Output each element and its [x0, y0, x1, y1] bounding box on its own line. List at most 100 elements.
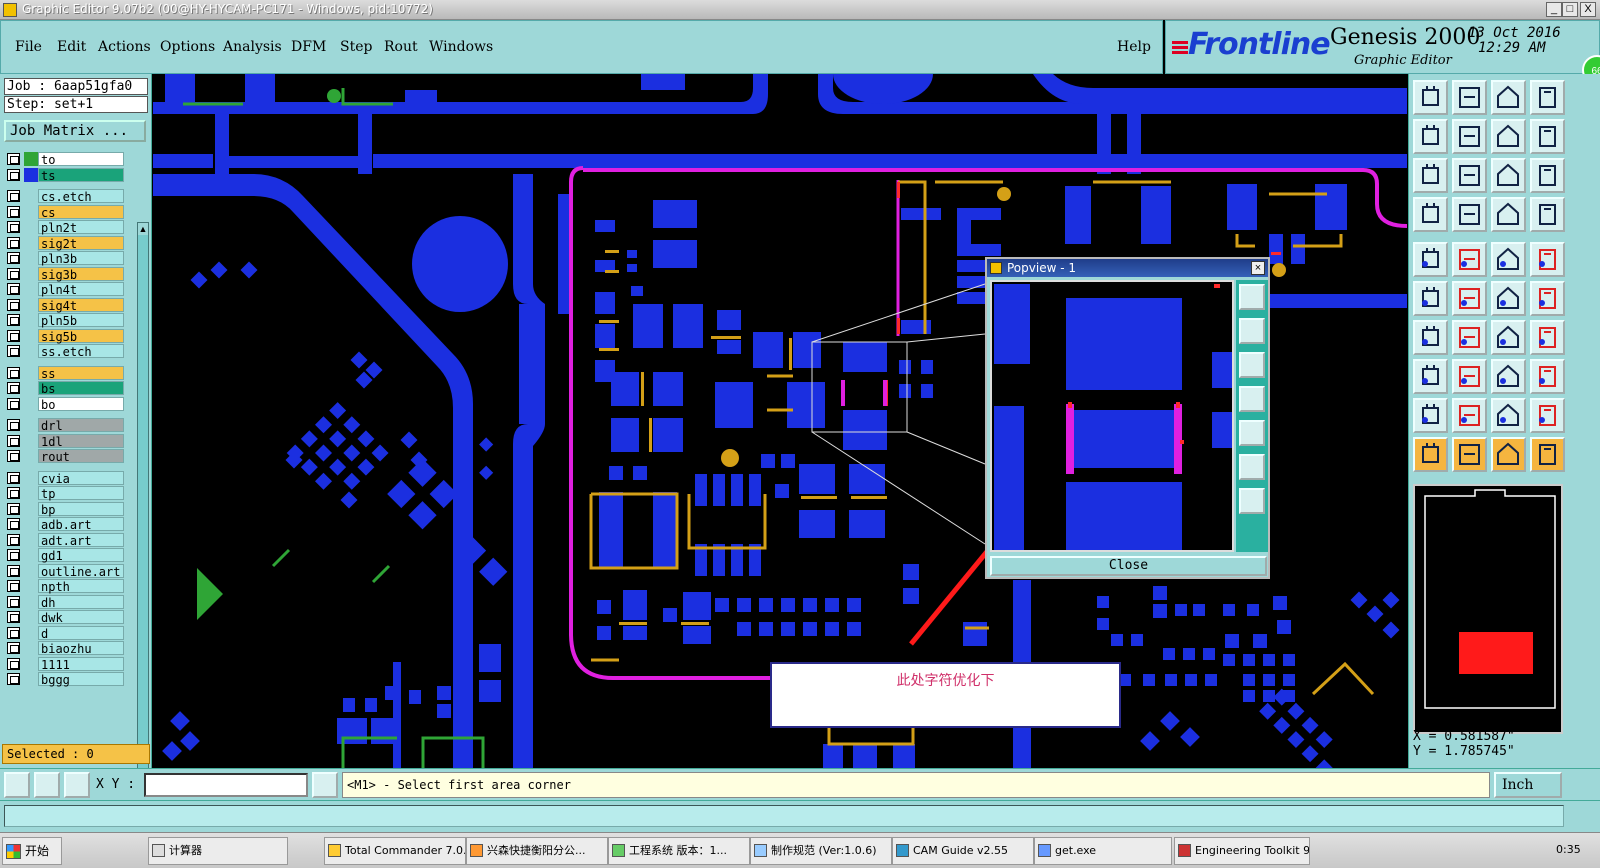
layer-row[interactable]: sig5b	[4, 328, 124, 344]
layer-color-swatch[interactable]	[24, 266, 38, 281]
layer-toggle-icon[interactable]	[1530, 197, 1565, 232]
layer-checkbox[interactable]	[7, 434, 20, 447]
task-xingsen[interactable]: 兴森快捷衡阳分公...	[466, 837, 608, 865]
triangle-a-icon[interactable]	[1413, 398, 1448, 433]
layer-color-swatch[interactable]	[24, 532, 38, 547]
task-spec[interactable]: 制作规范 (Ver:1.0.6)	[750, 837, 892, 865]
layer-row[interactable]: pln5b	[4, 313, 124, 328]
layer-row[interactable]: pln4t	[4, 282, 124, 297]
layer-row[interactable]: npth	[4, 579, 124, 594]
layer-name[interactable]: gd1	[38, 548, 124, 563]
layer-color-swatch[interactable]	[24, 433, 38, 448]
layer-checkbox[interactable]	[7, 419, 20, 431]
start-button[interactable]: 开始	[2, 837, 62, 865]
layer-color-swatch[interactable]	[24, 297, 38, 312]
layer-checkbox[interactable]	[7, 549, 20, 561]
layer-row[interactable]: bs	[4, 381, 124, 396]
layer-color-swatch[interactable]	[24, 625, 38, 640]
maximize-button[interactable]: □	[1562, 2, 1578, 17]
pointer-drc-icon[interactable]	[1530, 437, 1565, 472]
layer-color-swatch[interactable]	[24, 152, 38, 166]
grid-tool-icon[interactable]	[1452, 197, 1487, 232]
menu-windows[interactable]: Windows	[429, 39, 493, 55]
layer-row[interactable]: bggg	[4, 672, 124, 687]
pop-pan-right-icon[interactable]	[1239, 420, 1265, 446]
cmd-grid-icon[interactable]	[64, 772, 90, 798]
xy-input[interactable]	[144, 773, 308, 797]
layer-row[interactable]: 1111	[4, 656, 124, 672]
layer-row[interactable]: pln2t	[4, 220, 124, 235]
layer-color-swatch[interactable]	[24, 381, 38, 395]
popview-canvas[interactable]	[990, 280, 1234, 552]
layer-row[interactable]: cs	[4, 204, 124, 220]
layer-row[interactable]: ss	[4, 365, 124, 381]
task-total-commander[interactable]: Total Commander 7.0...	[324, 837, 466, 865]
select-point-icon[interactable]	[1530, 242, 1565, 277]
layer-color-swatch[interactable]	[24, 470, 38, 485]
units-selector[interactable]: Inch	[1494, 772, 1562, 798]
layer-checkbox[interactable]	[7, 626, 20, 639]
popview-titlebar[interactable]: Popview - 1	[987, 259, 1268, 277]
draw-arc-icon[interactable]	[1452, 320, 1487, 355]
zoom-redraw-icon[interactable]	[1530, 119, 1565, 154]
layer-color-swatch[interactable]	[24, 167, 38, 182]
layer-color-swatch[interactable]	[24, 204, 38, 219]
menu-step[interactable]: Step	[340, 39, 372, 55]
layer-checkbox[interactable]	[7, 221, 20, 233]
layer-name[interactable]: ss	[38, 365, 124, 381]
overview-map[interactable]	[1413, 484, 1563, 734]
attr-tool-icon[interactable]	[1413, 359, 1448, 394]
snap-tool-icon[interactable]	[1413, 197, 1448, 232]
layer-color-swatch[interactable]	[24, 486, 38, 500]
menu-analysis[interactable]: Analysis	[223, 39, 282, 55]
menu-dfm[interactable]: DFM	[291, 39, 326, 55]
dimension-tool-icon[interactable]	[1491, 359, 1526, 394]
layer-row[interactable]: to	[4, 152, 124, 167]
layer-name[interactable]: adb.art	[38, 517, 124, 532]
help-query-icon[interactable]	[1530, 158, 1565, 193]
layer-name[interactable]: to	[38, 152, 124, 167]
edit-node-icon[interactable]	[1530, 281, 1565, 316]
layer-row[interactable]: rout	[4, 449, 124, 464]
cmd-alert-icon[interactable]	[312, 772, 338, 798]
layer-checkbox[interactable]	[7, 595, 20, 608]
task-engineering-toolkit[interactable]: Engineering Toolkit 9...	[1174, 837, 1310, 865]
popview-close-icon[interactable]: ×	[1251, 261, 1265, 275]
layer-checkbox[interactable]	[7, 611, 20, 623]
layer-color-swatch[interactable]	[24, 365, 38, 380]
layer-checkbox[interactable]	[7, 673, 20, 685]
layer-row[interactable]: ts	[4, 167, 124, 183]
zoom-prev-icon[interactable]	[1491, 119, 1526, 154]
pop-pan-down-icon[interactable]	[1239, 352, 1265, 378]
layer-color-swatch[interactable]	[24, 235, 38, 250]
pan-left-icon[interactable]	[1413, 119, 1448, 154]
layer-name[interactable]: npth	[38, 579, 124, 594]
layer-name[interactable]: cvia	[38, 470, 124, 486]
zoom-window-icon[interactable]	[1452, 80, 1487, 115]
layer-color-swatch[interactable]	[24, 313, 38, 327]
layer-checkbox[interactable]	[7, 283, 20, 295]
layer-color-swatch[interactable]	[24, 251, 38, 265]
route-tool-icon[interactable]	[1413, 281, 1448, 316]
layer-color-swatch[interactable]	[24, 396, 38, 411]
pop-zoom-fit-icon[interactable]	[1239, 284, 1265, 310]
layer-color-swatch[interactable]	[24, 517, 38, 531]
layer-checkbox[interactable]	[7, 518, 20, 530]
layer-checkbox[interactable]	[7, 471, 20, 484]
layer-color-swatch[interactable]	[24, 344, 38, 358]
layer-row[interactable]: ss.etch	[4, 344, 124, 359]
layer-name[interactable]: bo	[38, 396, 124, 412]
select-line-icon[interactable]	[1452, 242, 1487, 277]
layer-checkbox[interactable]	[7, 205, 20, 218]
layer-checkbox[interactable]	[7, 657, 20, 670]
zoom-home-alt-icon[interactable]	[1491, 80, 1526, 115]
layer-checkbox[interactable]	[7, 298, 20, 311]
job-matrix-button[interactable]: Job Matrix ...	[4, 120, 146, 142]
layer-row[interactable]: outline.art	[4, 563, 124, 579]
pointer-net-icon[interactable]	[1491, 437, 1526, 472]
layer-name[interactable]: adt.art	[38, 532, 124, 548]
layer-name[interactable]: d	[38, 625, 124, 641]
task-get-exe[interactable]: get.exe	[1034, 837, 1172, 865]
layer-scrollbar[interactable]: ▲ ▼	[137, 222, 149, 814]
ruler-tool-icon[interactable]	[1491, 242, 1526, 277]
